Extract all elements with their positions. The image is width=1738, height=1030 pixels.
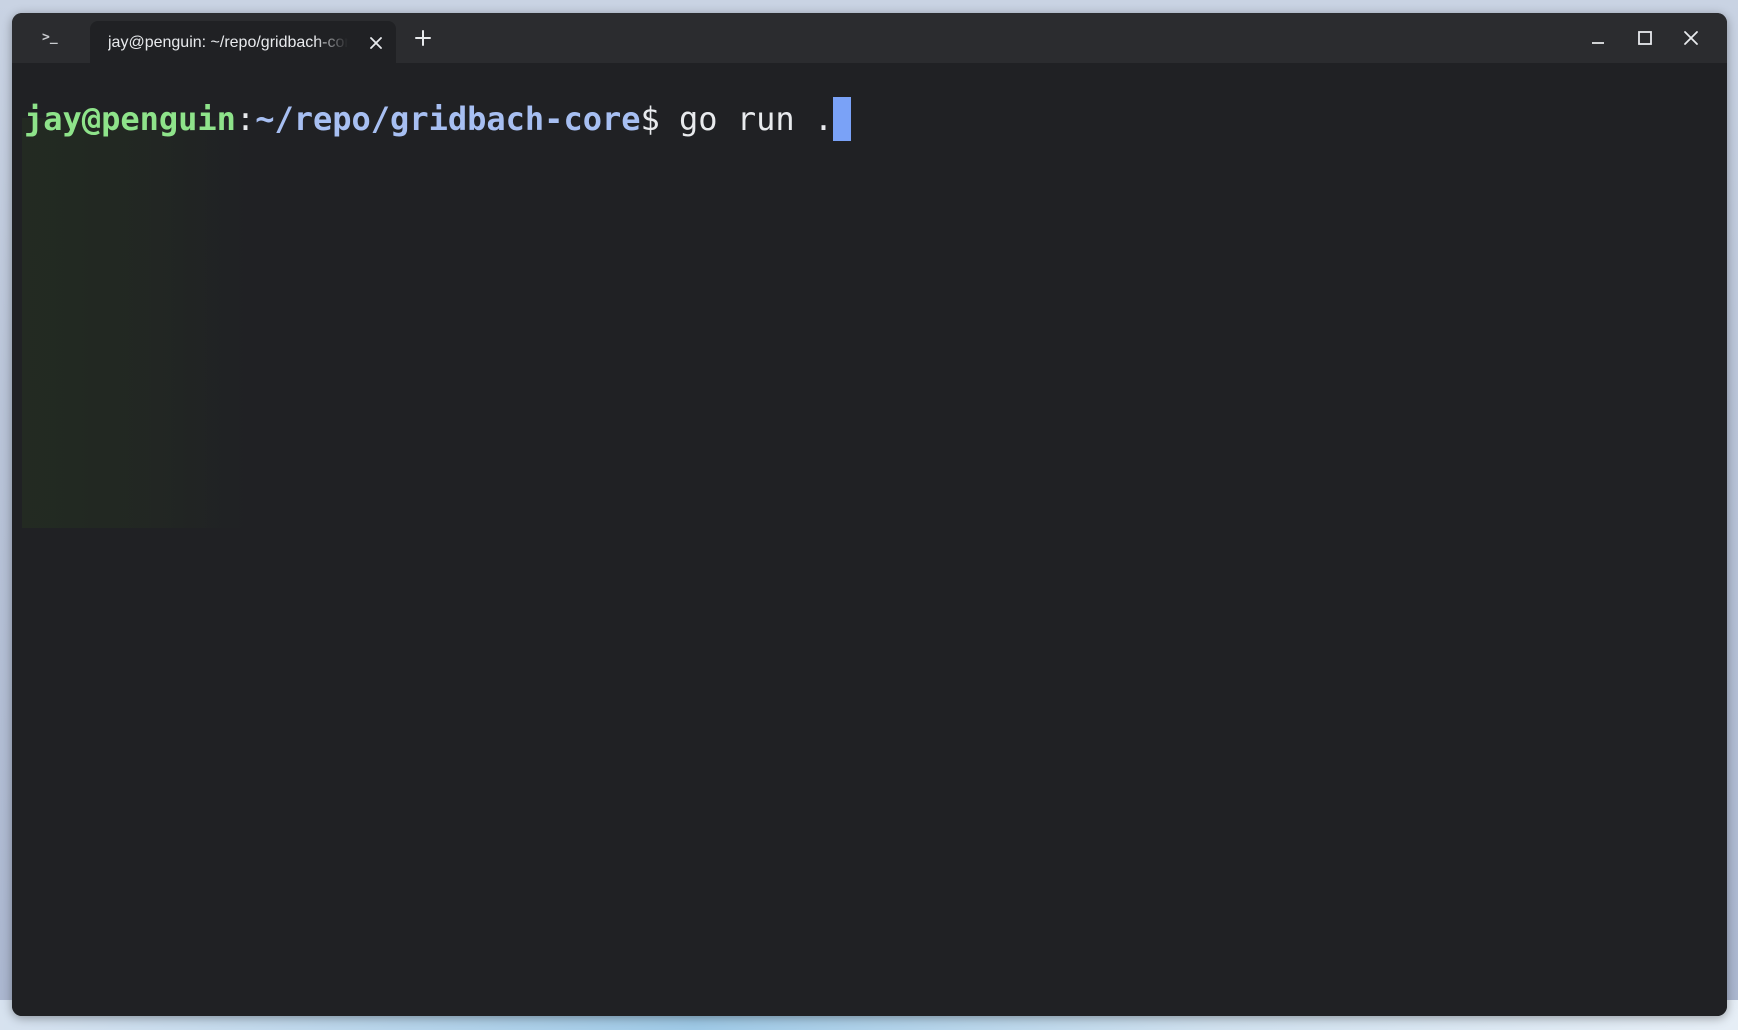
titlebar: >_ jay@penguin: ~/repo/gridbach-core — [12, 13, 1727, 63]
command-text: go run . — [659, 100, 834, 138]
terminal-window: >_ jay@penguin: ~/repo/gridbach-core jay… — [12, 13, 1727, 1016]
text-cursor — [833, 97, 852, 141]
prompt-symbol: $ — [640, 100, 660, 138]
tab-title: jay@penguin: ~/repo/gridbach-core — [108, 34, 348, 51]
close-icon[interactable] — [1679, 26, 1703, 50]
close-icon[interactable] — [366, 33, 386, 53]
prompt-line: jay@penguin:~/repo/gridbach-core$ go run… — [24, 97, 852, 141]
screen-artifact — [22, 118, 247, 528]
tab-terminal[interactable]: jay@penguin: ~/repo/gridbach-core — [90, 21, 396, 63]
prompt-colon: : — [235, 100, 256, 138]
prompt-path: ~/repo/gridbach-core — [255, 100, 641, 138]
prompt-user-host: jay@penguin — [24, 100, 236, 138]
minimize-icon[interactable] — [1586, 26, 1610, 50]
terminal-body[interactable]: jay@penguin:~/repo/gridbach-core$ go run… — [12, 63, 1727, 1016]
terminal-icon: >_ — [42, 30, 58, 45]
plus-icon[interactable] — [412, 27, 434, 49]
maximize-icon[interactable] — [1633, 26, 1657, 50]
